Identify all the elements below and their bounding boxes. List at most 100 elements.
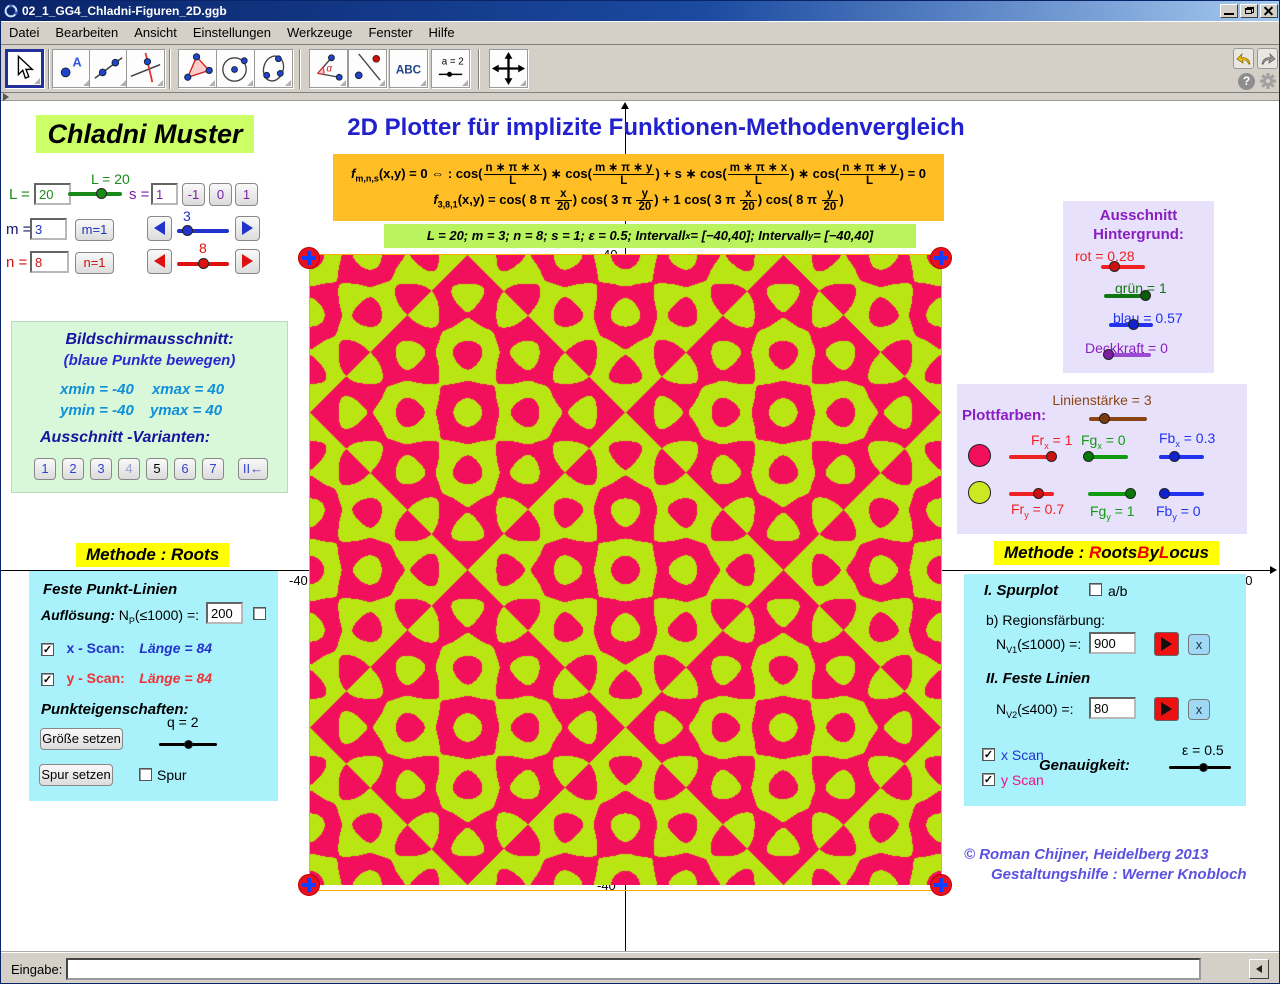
tool-move[interactable] bbox=[5, 49, 44, 88]
m-decrease-button[interactable] bbox=[147, 216, 172, 241]
copyright-line2: Gestaltungshilfe : Werner Knobloch bbox=[991, 866, 1247, 883]
plot-corner-handle-bottomright[interactable] bbox=[930, 874, 952, 896]
redo-button[interactable] bbox=[1257, 48, 1278, 69]
input-history-toggle[interactable] bbox=[1249, 959, 1269, 979]
n-reset-button[interactable]: n=1 bbox=[75, 252, 114, 274]
x-color-swatch[interactable] bbox=[968, 444, 991, 467]
plot-corner-handle-topright[interactable] bbox=[930, 247, 952, 269]
variant-button-6[interactable]: 6 bbox=[174, 458, 196, 480]
linewidth-slider-knob[interactable] bbox=[1099, 413, 1110, 424]
nv2-x-button[interactable]: x bbox=[1188, 699, 1210, 720]
tool-move-view[interactable] bbox=[489, 49, 528, 88]
s-plus1-button[interactable]: 1 bbox=[235, 183, 258, 206]
menu-ansicht[interactable]: Ansicht bbox=[126, 22, 185, 43]
L-slider-knob[interactable] bbox=[96, 188, 107, 199]
m-slider-knob[interactable] bbox=[182, 225, 193, 236]
restore-button[interactable] bbox=[1240, 4, 1258, 18]
yscan-length: Länge = 84 bbox=[139, 670, 212, 686]
n-decrease-button[interactable] bbox=[147, 249, 172, 274]
toolbar-expand-icon[interactable] bbox=[3, 93, 9, 101]
menu-datei[interactable]: Datei bbox=[1, 22, 47, 43]
rot-slider-knob[interactable] bbox=[1109, 261, 1120, 272]
n-increase-button[interactable] bbox=[235, 249, 260, 274]
plot-corner-handle-topleft[interactable] bbox=[298, 247, 320, 269]
n-input[interactable] bbox=[30, 251, 69, 273]
m-reset-button[interactable]: m=1 bbox=[75, 219, 114, 241]
chladni-plot[interactable] bbox=[309, 254, 942, 891]
nv2-play-button[interactable] bbox=[1154, 697, 1179, 721]
np-checkbox[interactable] bbox=[253, 607, 266, 620]
graphics-view[interactable]: 80 40 -40 -40 Chladni Muster 2D Plotter … bbox=[1, 101, 1280, 951]
q-slider-knob[interactable] bbox=[184, 740, 193, 749]
xscan2-checkbox[interactable]: ✓ bbox=[982, 748, 995, 761]
s-minus1-button[interactable]: -1 bbox=[182, 183, 205, 206]
y-color-swatch[interactable] bbox=[968, 481, 991, 504]
yscan-checkbox[interactable]: ✓ bbox=[41, 673, 54, 686]
ab-label: a/b bbox=[1108, 583, 1127, 599]
trace-set-button[interactable]: Spur setzen bbox=[39, 764, 113, 786]
variant-button-3[interactable]: 3 bbox=[90, 458, 112, 480]
help-icon[interactable]: ? bbox=[1238, 73, 1255, 90]
nv1-x-button[interactable]: x bbox=[1188, 634, 1210, 655]
fry-slider-knob[interactable] bbox=[1033, 488, 1044, 499]
variant-button-back[interactable]: II← bbox=[238, 458, 268, 480]
s-input[interactable] bbox=[151, 183, 178, 205]
fgy-slider-knob[interactable] bbox=[1125, 488, 1136, 499]
frx-label: Frx = 1 bbox=[1031, 432, 1072, 451]
fby-slider-knob[interactable] bbox=[1159, 488, 1170, 499]
tool-perpendicular-line[interactable] bbox=[126, 49, 165, 88]
tool-line[interactable] bbox=[89, 49, 128, 88]
trace-checkbox[interactable] bbox=[139, 768, 152, 781]
variant-button-5[interactable]: 5 bbox=[146, 458, 168, 480]
np-input[interactable] bbox=[206, 602, 243, 624]
nv2-input[interactable] bbox=[1089, 697, 1136, 719]
xscan-checkbox[interactable]: ✓ bbox=[41, 643, 54, 656]
svg-text:A: A bbox=[72, 56, 81, 70]
menu-einstellungen[interactable]: Einstellungen bbox=[185, 22, 279, 43]
epsilon-slider-knob[interactable] bbox=[1199, 763, 1208, 772]
menu-bearbeiten[interactable]: Bearbeiten bbox=[47, 22, 126, 43]
settings-gear-icon[interactable] bbox=[1259, 72, 1277, 90]
variant-button-7[interactable]: 7 bbox=[202, 458, 224, 480]
variant-button-1[interactable]: 1 bbox=[34, 458, 56, 480]
variant-button-4[interactable]: 4 bbox=[118, 458, 140, 480]
ab-checkbox[interactable] bbox=[1089, 583, 1102, 596]
blau-slider-knob[interactable] bbox=[1128, 319, 1139, 330]
deckkraft-slider-knob[interactable] bbox=[1103, 349, 1114, 360]
frx-slider-knob[interactable] bbox=[1046, 451, 1057, 462]
L-input[interactable] bbox=[34, 183, 71, 205]
viewport-xmax: xmax = 40 bbox=[152, 381, 224, 398]
tool-circle[interactable] bbox=[216, 49, 255, 88]
variant-button-2[interactable]: 2 bbox=[62, 458, 84, 480]
tool-conic[interactable] bbox=[254, 49, 293, 88]
menu-fenster[interactable]: Fenster bbox=[360, 22, 420, 43]
tool-polygon[interactable] bbox=[178, 49, 217, 88]
s-label: s = bbox=[129, 186, 149, 203]
menu-hilfe[interactable]: Hilfe bbox=[421, 22, 463, 43]
s-zero-button[interactable]: 0 bbox=[209, 183, 232, 206]
gruen-slider-knob[interactable] bbox=[1140, 290, 1151, 301]
viewport-panel: Bildschirmausschnitt: (blaue Punkte bewe… bbox=[11, 321, 288, 493]
m-input[interactable] bbox=[30, 218, 67, 240]
fgx-slider-knob[interactable] bbox=[1083, 451, 1094, 462]
yscan2-checkbox[interactable]: ✓ bbox=[982, 773, 995, 786]
size-set-button[interactable]: Größe setzen bbox=[40, 728, 123, 750]
tool-point[interactable]: A bbox=[52, 49, 91, 88]
tool-dropdown-icon[interactable] bbox=[28, 78, 40, 84]
plot-corner-handle-bottomleft[interactable] bbox=[298, 874, 320, 896]
algebra-input[interactable] bbox=[66, 958, 1201, 980]
close-button[interactable] bbox=[1260, 4, 1278, 18]
undo-button[interactable] bbox=[1233, 48, 1254, 69]
fbx-slider-knob[interactable] bbox=[1169, 451, 1180, 462]
nv1-input[interactable] bbox=[1089, 632, 1136, 654]
tool-slider[interactable]: a = 2 bbox=[431, 49, 470, 88]
tool-mirror[interactable] bbox=[348, 49, 387, 88]
minimize-button[interactable] bbox=[1220, 4, 1238, 18]
nv1-play-button[interactable] bbox=[1154, 632, 1179, 656]
tool-angle[interactable]: α bbox=[309, 49, 348, 88]
m-increase-button[interactable] bbox=[235, 216, 260, 241]
n-slider-knob[interactable] bbox=[198, 258, 209, 269]
tool-text[interactable]: ABC bbox=[389, 49, 428, 88]
chladni-canvas[interactable] bbox=[310, 255, 941, 885]
menu-werkzeuge[interactable]: Werkzeuge bbox=[279, 22, 361, 43]
